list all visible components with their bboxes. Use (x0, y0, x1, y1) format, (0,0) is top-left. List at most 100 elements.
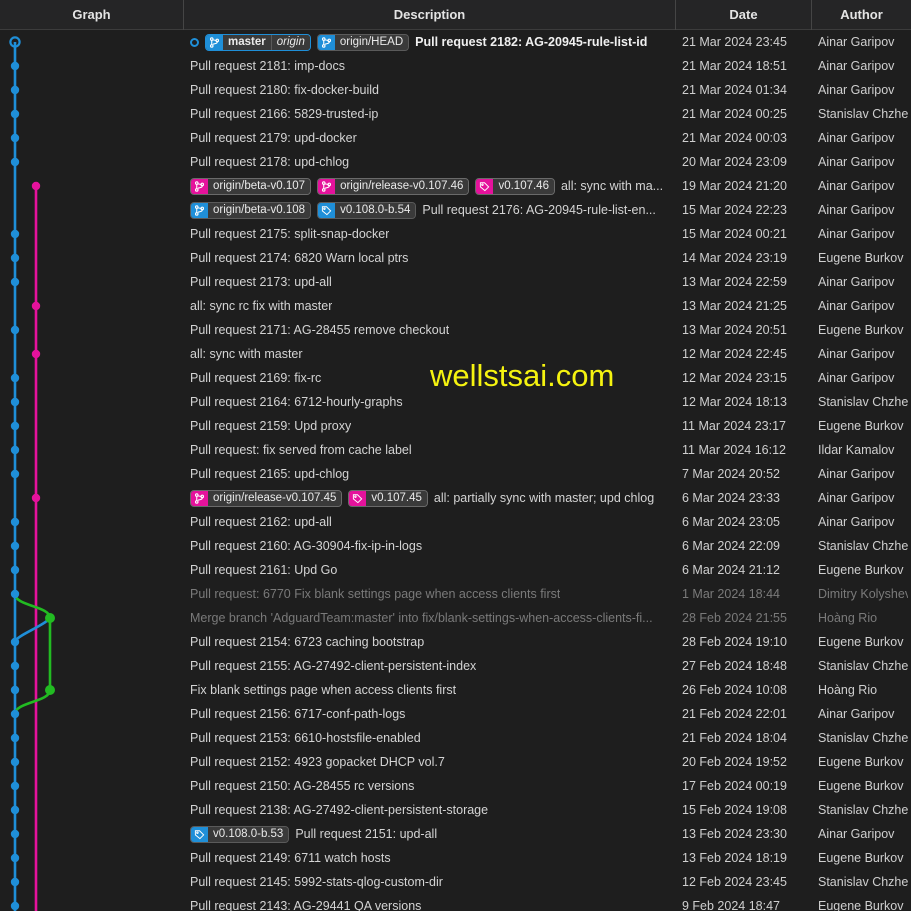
column-header-author[interactable]: Author (812, 0, 911, 30)
commit-row[interactable]: Pull request 2165: upd-chlog 7 Mar 2024 2… (0, 462, 911, 486)
commit-author: Stanislav Chzhen (818, 107, 911, 121)
commit-description-cell[interactable]: Pull request 2153: 6610-hostsfile-enable… (184, 726, 676, 750)
commit-row[interactable]: Pull request 2181: imp-docs 21 Mar 2024 1… (0, 54, 911, 78)
commit-description-cell[interactable]: Pull request 2181: imp-docs (184, 54, 676, 78)
commit-row[interactable]: Pull request 2161: Upd Go 6 Mar 2024 21:1… (0, 558, 911, 582)
commit-description-cell[interactable]: Pull request 2149: 6711 watch hosts (184, 846, 676, 870)
commit-description-cell[interactable]: Pull request 2173: upd-all (184, 270, 676, 294)
column-header-date[interactable]: Date (676, 0, 812, 30)
commit-description-cell[interactable]: Pull request 2156: 6717-conf-path-logs (184, 702, 676, 726)
commit-description-cell[interactable]: Pull request: 6770 Fix blank settings pa… (184, 582, 676, 606)
commit-row[interactable]: Pull request 2160: AG-30904-fix-ip-in-lo… (0, 534, 911, 558)
commit-row[interactable]: origin/release-v0.107.45 v0.107.45 all: pa… (0, 486, 911, 510)
commit-row[interactable]: origin/beta-v0.108 v0.108.0-b.54 Pull requ… (0, 198, 911, 222)
commit-row[interactable]: origin/beta-v0.107 origin/release-v0.107.… (0, 174, 911, 198)
column-header-graph[interactable]: Graph (0, 0, 184, 30)
branch-badge[interactable]: master origin (205, 33, 311, 51)
commit-row[interactable]: Pull request 2162: upd-all 6 Mar 2024 23:… (0, 510, 911, 534)
column-header-description[interactable]: Description (184, 0, 676, 30)
commit-description-cell[interactable]: Pull request 2138: AG-27492-client-persi… (184, 798, 676, 822)
commit-description-cell[interactable]: all: sync rc fix with master (184, 294, 676, 318)
commit-row[interactable]: Pull request 2166: 5829-trusted-ip 21 Mar… (0, 102, 911, 126)
commit-row[interactable]: Pull request 2159: Upd proxy 11 Mar 2024 … (0, 414, 911, 438)
commit-row[interactable]: Pull request 2156: 6717-conf-path-logs 21… (0, 702, 911, 726)
commit-description-cell[interactable]: Pull request 2159: Upd proxy (184, 414, 676, 438)
branch-badge[interactable]: origin/beta-v0.108 (190, 201, 312, 219)
commit-description-cell[interactable]: Pull request 2155: AG-27492-client-persi… (184, 654, 676, 678)
commit-date: 14 Mar 2024 23:19 (682, 251, 787, 265)
commit-description-cell[interactable]: Merge branch 'AdguardTeam:master' into f… (184, 606, 676, 630)
commit-description-cell[interactable]: origin/beta-v0.107 origin/release-v0.107.… (184, 174, 676, 198)
commit-author: Ainar Garipov (818, 179, 895, 193)
commit-description-cell[interactable]: Pull request 2174: 6820 Warn local ptrs (184, 246, 676, 270)
commit-row[interactable]: Pull request 2138: AG-27492-client-persi… (0, 798, 911, 822)
commit-row[interactable]: Pull request 2171: AG-28455 remove check… (0, 318, 911, 342)
tag-badge[interactable]: v0.107.46 (475, 177, 555, 195)
commit-description-cell[interactable]: Pull request 2175: split-snap-docker (184, 222, 676, 246)
commit-date: 13 Mar 2024 22:59 (682, 275, 787, 289)
commit-row[interactable]: Pull request 2175: split-snap-docker 15 M… (0, 222, 911, 246)
commit-row[interactable]: Pull request 2174: 6820 Warn local ptrs 1… (0, 246, 911, 270)
branch-badge[interactable]: origin/release-v0.107.46 (317, 177, 470, 195)
commit-description-cell[interactable]: Pull request 2160: AG-30904-fix-ip-in-lo… (184, 534, 676, 558)
commit-author: Ainar Garipov (818, 35, 895, 49)
commit-row[interactable]: Pull request 2179: upd-docker 21 Mar 2024… (0, 126, 911, 150)
commit-date: 12 Mar 2024 18:13 (682, 395, 787, 409)
commit-row[interactable]: Pull request: fix served from cache labe… (0, 438, 911, 462)
commit-description-cell[interactable]: Pull request 2165: upd-chlog (184, 462, 676, 486)
commit-description-cell[interactable]: Pull request 2178: upd-chlog (184, 150, 676, 174)
commit-description-cell[interactable]: Pull request 2154: 6723 caching bootstra… (184, 630, 676, 654)
commit-description-cell[interactable]: Pull request 2162: upd-all (184, 510, 676, 534)
commit-row[interactable]: Pull request 2180: fix-docker-build 21 Ma… (0, 78, 911, 102)
commit-description-cell[interactable]: Pull request 2166: 5829-trusted-ip (184, 102, 676, 126)
tag-icon (318, 202, 336, 218)
commit-list[interactable]: master origin origin/HEAD Pull request 2182… (0, 30, 911, 911)
commit-description-cell[interactable]: v0.108.0-b.53 Pull request 2151: upd-all (184, 822, 676, 846)
tag-badge[interactable]: v0.107.45 (348, 489, 428, 507)
branch-badge[interactable]: origin/release-v0.107.45 (190, 489, 343, 507)
commit-row[interactable]: Pull request 2154: 6723 caching bootstra… (0, 630, 911, 654)
commit-row[interactable]: Fix blank settings page when access clie… (0, 678, 911, 702)
branch-badge[interactable]: origin/beta-v0.107 (190, 177, 312, 195)
commit-row[interactable]: Merge branch 'AdguardTeam:master' into f… (0, 606, 911, 630)
commit-graph-cell (0, 894, 184, 911)
commit-row[interactable]: Pull request 2149: 6711 watch hosts 13 Fe… (0, 846, 911, 870)
commit-message: all: sync rc fix with master (190, 299, 333, 313)
commit-message: Pull request 2138: AG-27492-client-persi… (190, 803, 489, 817)
commit-author: Ainar Garipov (818, 275, 895, 289)
commit-description-cell[interactable]: origin/beta-v0.108 v0.108.0-b.54 Pull requ… (184, 198, 676, 222)
commit-row[interactable]: v0.108.0-b.53 Pull request 2151: upd-all 1… (0, 822, 911, 846)
commit-description-cell[interactable]: master origin origin/HEAD Pull request 2182… (184, 30, 676, 54)
ref-name-label: v0.108.0-b.53 (208, 826, 289, 842)
branch-badge[interactable]: origin/HEAD (316, 33, 410, 51)
commit-row[interactable]: Pull request 2145: 5992-stats-qlog-custo… (0, 870, 911, 894)
commit-description-cell[interactable]: Pull request 2180: fix-docker-build (184, 78, 676, 102)
commit-graph-cell (0, 702, 184, 726)
commit-date: 13 Mar 2024 21:25 (682, 299, 787, 313)
commit-row[interactable]: Pull request 2150: AG-28455 rc versions 1… (0, 774, 911, 798)
commit-row[interactable]: Pull request 2143: AG-29441 QA versions 9… (0, 894, 911, 911)
commit-row[interactable]: Pull request: 6770 Fix blank settings pa… (0, 582, 911, 606)
tag-badge[interactable]: v0.108.0-b.54 (317, 201, 417, 219)
commit-message: Pull request 2175: split-snap-docker (190, 227, 390, 241)
commit-row[interactable]: Pull request 2178: upd-chlog 20 Mar 2024 … (0, 150, 911, 174)
commit-description-cell[interactable]: origin/release-v0.107.45 v0.107.45 all: pa… (184, 486, 676, 510)
commit-description-cell[interactable]: Pull request 2150: AG-28455 rc versions (184, 774, 676, 798)
commit-row[interactable]: Pull request 2155: AG-27492-client-persi… (0, 654, 911, 678)
commit-description-cell[interactable]: Fix blank settings page when access clie… (184, 678, 676, 702)
commit-description-cell[interactable]: Pull request 2171: AG-28455 remove check… (184, 318, 676, 342)
git-history-window: Graph Description Date Author master orig… (0, 0, 911, 911)
commit-row[interactable]: master origin origin/HEAD Pull request 2182… (0, 30, 911, 54)
commit-description-cell[interactable]: Pull request 2145: 5992-stats-qlog-custo… (184, 870, 676, 894)
commit-row[interactable]: all: sync rc fix with master 13 Mar 2024 … (0, 294, 911, 318)
commit-description-cell[interactable]: Pull request 2143: AG-29441 QA versions (184, 894, 676, 911)
commit-row[interactable]: Pull request 2153: 6610-hostsfile-enable… (0, 726, 911, 750)
commit-row[interactable]: Pull request 2173: upd-all 13 Mar 2024 22… (0, 270, 911, 294)
commit-description-cell[interactable]: Pull request: fix served from cache labe… (184, 438, 676, 462)
commit-description-cell[interactable]: Pull request 2179: upd-docker (184, 126, 676, 150)
commit-description-cell[interactable]: Pull request 2152: 4923 gopacket DHCP vo… (184, 750, 676, 774)
commit-description-cell[interactable]: Pull request 2161: Upd Go (184, 558, 676, 582)
tag-badge[interactable]: v0.108.0-b.53 (190, 825, 290, 843)
commit-row[interactable]: Pull request 2152: 4923 gopacket DHCP vo… (0, 750, 911, 774)
commit-graph-cell (0, 270, 184, 294)
